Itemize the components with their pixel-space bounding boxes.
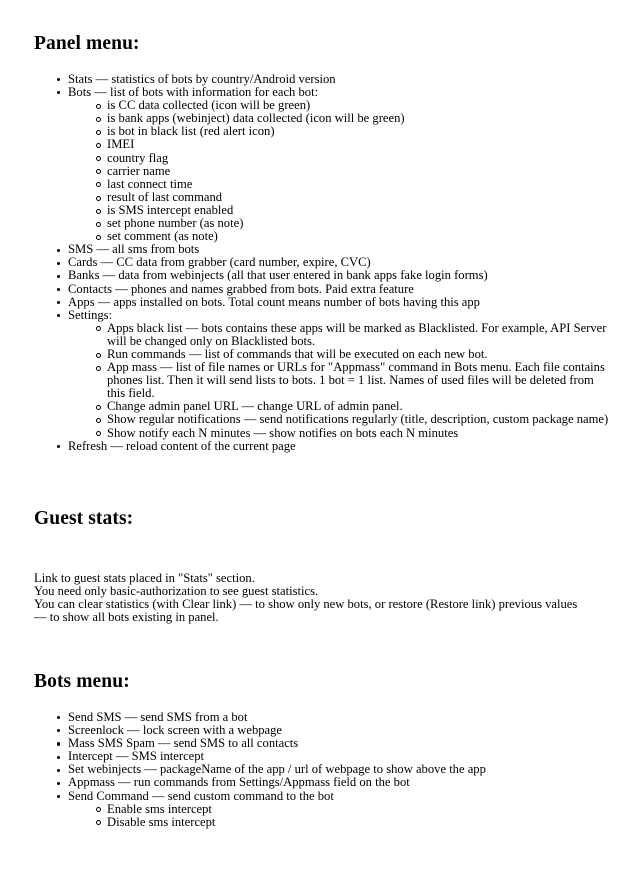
list-item-label: Contacts — phones and names grabbed from…: [68, 281, 414, 296]
list-item-label: Appmass — run commands from Settings/App…: [68, 775, 410, 790]
list-item-label: carrier name: [107, 163, 171, 178]
list-item: is bot in black list (red alert icon): [96, 125, 609, 138]
list-item: Send Command — send custom command to th…: [57, 788, 609, 829]
list-item-label: Disable sms intercept: [107, 814, 216, 829]
list-item-label: Show notify each N minutes — show notifi…: [107, 425, 459, 440]
list-item-label: Settings:: [68, 307, 113, 322]
settings-sublist: Apps black list — bots contains these ap…: [68, 320, 609, 440]
panel-menu-heading: Panel menu:: [34, 33, 140, 54]
list-item: Settings: Apps black list — bots contain…: [57, 307, 609, 440]
list-item-label: Refresh — reload content of the current …: [68, 438, 296, 453]
list-item-label: IMEI: [107, 137, 135, 152]
list-item-label: Banks — data from webinjects (all that u…: [68, 268, 488, 283]
list-item-label: Show regular notifications — send notifi…: [107, 412, 609, 427]
guest-stats-paragraph: Link to guest stats placed in "Stats" se…: [34, 571, 586, 625]
list-item: Bots — list of bots with information for…: [57, 85, 609, 243]
list-item-label: App mass — list of file names or URLs fo…: [107, 360, 605, 401]
list-item-label: Apps black list — bots contains these ap…: [107, 320, 607, 348]
list-item-label: Apps — apps installed on bots. Total cou…: [68, 294, 480, 309]
list-item: Show notify each N minutes — show notifi…: [96, 425, 609, 440]
list-item: result of last command: [96, 189, 609, 204]
list-item: country flag: [96, 150, 609, 165]
list-item: App mass — list of file names or URLs fo…: [96, 360, 609, 401]
paragraph-line: You can clear statistics (with Clear lin…: [34, 597, 578, 625]
list-item-label: is bot in black list (red alert icon): [107, 124, 275, 139]
list-item: Banks — data from webinjects (all that u…: [57, 269, 609, 282]
list-item: last connect time: [96, 176, 609, 191]
list-item-label: Enable sms intercept: [107, 801, 212, 816]
list-item: Refresh — reload content of the current …: [57, 438, 609, 453]
list-item: Apps — apps installed on bots. Total cou…: [57, 294, 609, 309]
list-item: Show regular notifications — send notifi…: [96, 413, 609, 426]
bots-info-sublist: is CC data collected (icon will be green…: [68, 99, 609, 243]
panel-menu-list: Stats — statistics of bots by country/An…: [34, 72, 609, 453]
list-item-label: Send Command — send custom command to th…: [68, 788, 334, 803]
guest-stats-heading: Guest stats:: [34, 508, 134, 529]
list-item-label: country flag: [107, 150, 169, 165]
list-item-label: result of last command: [107, 189, 223, 204]
list-item: Disable sms intercept: [96, 814, 609, 829]
list-item: Contacts — phones and names grabbed from…: [57, 281, 609, 296]
list-item: Appmass — run commands from Settings/App…: [57, 776, 609, 789]
bots-menu-heading: Bots menu:: [34, 671, 130, 692]
list-item: IMEI: [96, 138, 609, 151]
send-command-sublist: Enable sms intercept Disable sms interce…: [68, 801, 609, 829]
bots-menu-list: Send SMS — send SMS from a bot Screenloc…: [34, 710, 609, 829]
list-item: Enable sms intercept: [96, 801, 609, 816]
list-item-label: last connect time: [107, 176, 193, 191]
document-page: Panel menu: Stats — statistics of bots b…: [0, 0, 620, 876]
list-item: carrier name: [96, 163, 609, 178]
list-item: Apps black list — bots contains these ap…: [96, 320, 609, 348]
